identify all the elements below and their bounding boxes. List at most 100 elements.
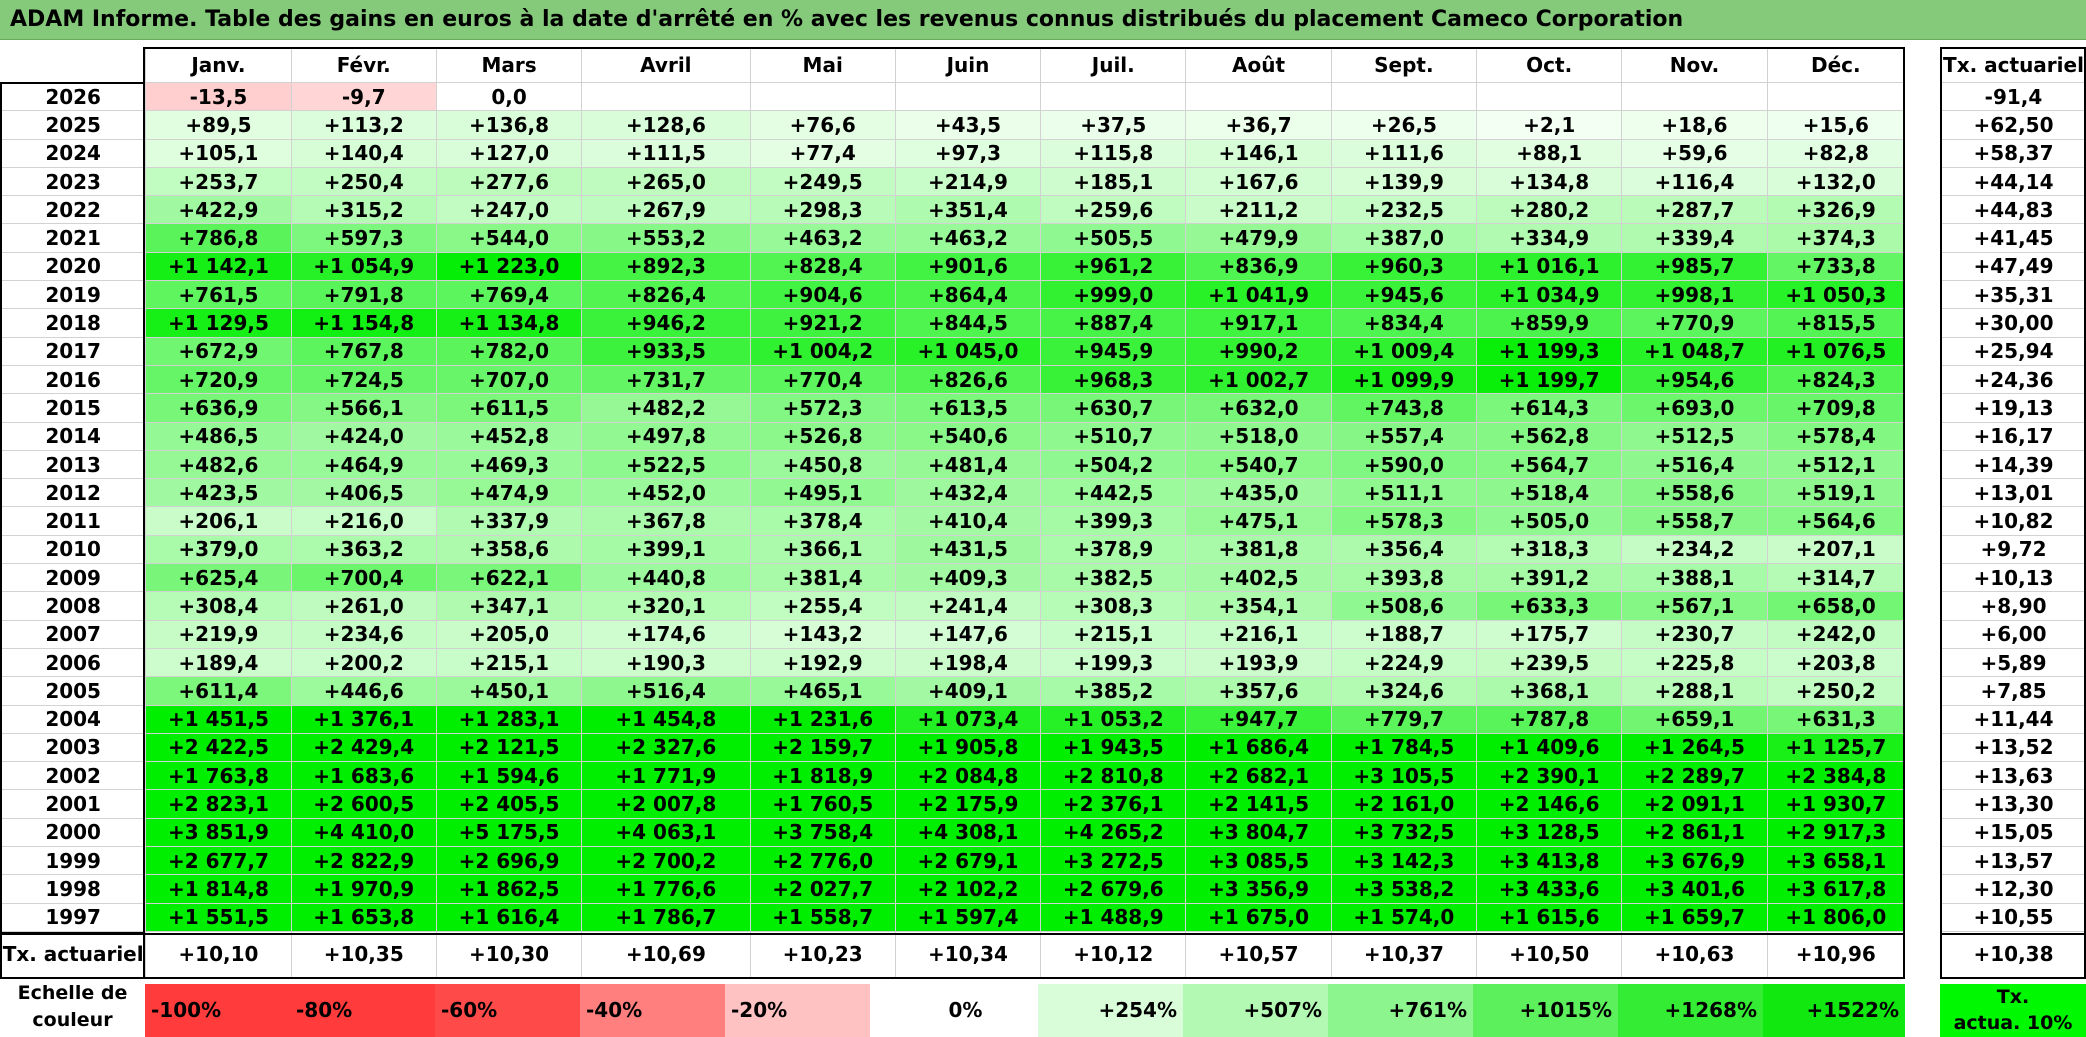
year-cell: 1999 [0, 846, 147, 876]
gain-cell: +2 682,1 [1185, 761, 1332, 791]
gain-cell: +190,3 [581, 647, 751, 678]
month-header: Juin [894, 47, 1042, 83]
gain-cell [1476, 81, 1623, 112]
table-row: 2020 +1 142,1 +1 054,9 +1 223,0 +892,3 +828,4… [0, 251, 1906, 282]
gain-cell: +1 004,2 [749, 336, 896, 366]
gain-cell: +1 806,0 [1766, 902, 1906, 932]
gain-cell: +111,6 [1330, 138, 1478, 168]
gains-table: Janv. Févr. Mars Avril Mai Juin Juil. Août Sept.… [0, 47, 1906, 978]
gain-cell: 0,0 [435, 81, 583, 112]
gain-cell: +481,4 [894, 449, 1042, 480]
gain-cell: +214,9 [894, 166, 1042, 197]
gain-cell: +614,3 [1476, 393, 1623, 423]
gain-cell: +1 776,6 [581, 874, 751, 904]
gain-cell: +512,5 [1621, 421, 1768, 451]
gain-cell: +826,6 [894, 364, 1042, 395]
gain-cell: +1 686,4 [1185, 732, 1332, 763]
gain-cell: +1 454,8 [581, 704, 751, 734]
gain-cell: +1 154,8 [290, 308, 437, 338]
month-header: Août [1185, 47, 1332, 83]
gain-cell: +2 823,1 [145, 789, 292, 819]
gain-cell: +482,6 [145, 449, 292, 480]
scale-swatch: 0% [893, 984, 1038, 1037]
gain-cell: +422,9 [145, 195, 292, 225]
rate-scale-swatch: Tx. actua. 10% [1940, 984, 2086, 1037]
gain-cell: +4 063,1 [581, 817, 751, 848]
gain-cell: +1 675,0 [1185, 902, 1332, 932]
gain-cell: +203,8 [1766, 647, 1906, 678]
gain-cell: +733,8 [1766, 251, 1906, 282]
table-row: 2013 +482,6 +464,9 +469,3 +522,5 +450,8 +481,4… [0, 449, 1906, 480]
gain-cell: +205,0 [435, 619, 583, 649]
gain-cell: +393,8 [1330, 563, 1478, 593]
rate-cell: -91,4 [1940, 81, 2086, 112]
rate-cell: +9,72 [1940, 534, 2086, 565]
gain-cell: +1 002,7 [1185, 364, 1332, 395]
year-cell: 2010 [0, 534, 147, 565]
gain-cell: +504,2 [1040, 449, 1187, 480]
gain-cell: +3 758,4 [749, 817, 896, 848]
gain-cell: +26,5 [1330, 110, 1478, 140]
gain-cell: +1 943,5 [1040, 732, 1187, 763]
gain-cell: +318,3 [1476, 534, 1623, 565]
gain-cell [1330, 81, 1478, 112]
gain-cell: +143,2 [749, 619, 896, 649]
gain-cell: +185,1 [1040, 166, 1187, 197]
gain-cell: +463,2 [749, 223, 896, 253]
table-row: 1999 +2 677,7 +2 822,9 +2 696,9 +2 700,2 +2 7… [0, 846, 1906, 876]
gain-cell: +1 488,9 [1040, 902, 1187, 932]
gain-cell: +234,6 [290, 619, 437, 649]
gain-cell: +3 128,5 [1476, 817, 1623, 848]
gain-cell: +366,1 [749, 534, 896, 565]
footer-value: +10,12 [1040, 930, 1187, 978]
gain-cell: +287,7 [1621, 195, 1768, 225]
gain-cell: +314,7 [1766, 563, 1906, 593]
rate-cell: +6,00 [1940, 619, 2086, 649]
gain-cell: +2 327,6 [581, 732, 751, 763]
gain-cell: +334,9 [1476, 223, 1623, 253]
gain-cell: +2 776,0 [749, 846, 896, 876]
gain-cell: +636,9 [145, 393, 292, 423]
month-header: Mars [435, 47, 583, 83]
year-cell: 2016 [0, 364, 147, 395]
gain-cell [894, 81, 1042, 112]
gain-cell: +508,6 [1330, 591, 1478, 621]
table-row: 2024 +105,1 +140,4 +127,0 +111,5 +77,4 +97,3 +1… [0, 138, 1906, 168]
scale-swatch: +1522% [1763, 984, 1905, 1037]
rate-cell: +30,00 [1940, 308, 2086, 338]
gain-cell: +632,0 [1185, 393, 1332, 423]
gain-cell: +921,2 [749, 308, 896, 338]
gain-cell: +18,6 [1621, 110, 1768, 140]
gain-cell: +410,4 [894, 506, 1042, 536]
gain-cell: +2 384,8 [1766, 761, 1906, 791]
gain-cell: +990,2 [1185, 336, 1332, 366]
month-header: Janv. [145, 47, 292, 83]
gain-cell: +450,8 [749, 449, 896, 480]
gain-cell: +1 223,0 [435, 251, 583, 282]
gain-cell [1040, 81, 1187, 112]
table-row: 2008 +308,4 +261,0 +347,1 +320,1 +255,4 +241,4… [0, 591, 1906, 621]
gain-cell: +463,2 [894, 223, 1042, 253]
gain-cell: +1 073,4 [894, 704, 1042, 734]
scale-swatch: -80% [290, 984, 435, 1037]
gain-cell: +2 700,2 [581, 846, 751, 876]
gain-cell: +859,9 [1476, 308, 1623, 338]
gain-cell: +3 085,5 [1185, 846, 1332, 876]
gain-cell: +128,6 [581, 110, 751, 140]
scale-swatch: -60% [435, 984, 580, 1037]
gain-cell: +519,1 [1766, 478, 1906, 508]
gain-cell: +1 099,9 [1330, 364, 1478, 395]
gain-cell: +261,0 [290, 591, 437, 621]
gain-cell: +672,9 [145, 336, 292, 366]
gain-cell: +1 283,1 [435, 704, 583, 734]
gain-cell: -13,5 [145, 81, 292, 112]
gain-cell: +2 679,6 [1040, 874, 1187, 904]
gain-cell: +59,6 [1621, 138, 1768, 168]
footer-value: +10,30 [435, 930, 583, 978]
gain-cell: +442,5 [1040, 478, 1187, 508]
gain-cell: +590,0 [1330, 449, 1478, 480]
year-cell: 2024 [0, 138, 147, 168]
table-row: 2011 +206,1 +216,0 +337,9 +367,8 +378,4 +410,4… [0, 506, 1906, 536]
gain-cell: +516,4 [1621, 449, 1768, 480]
footer-value: +10,50 [1476, 930, 1623, 978]
